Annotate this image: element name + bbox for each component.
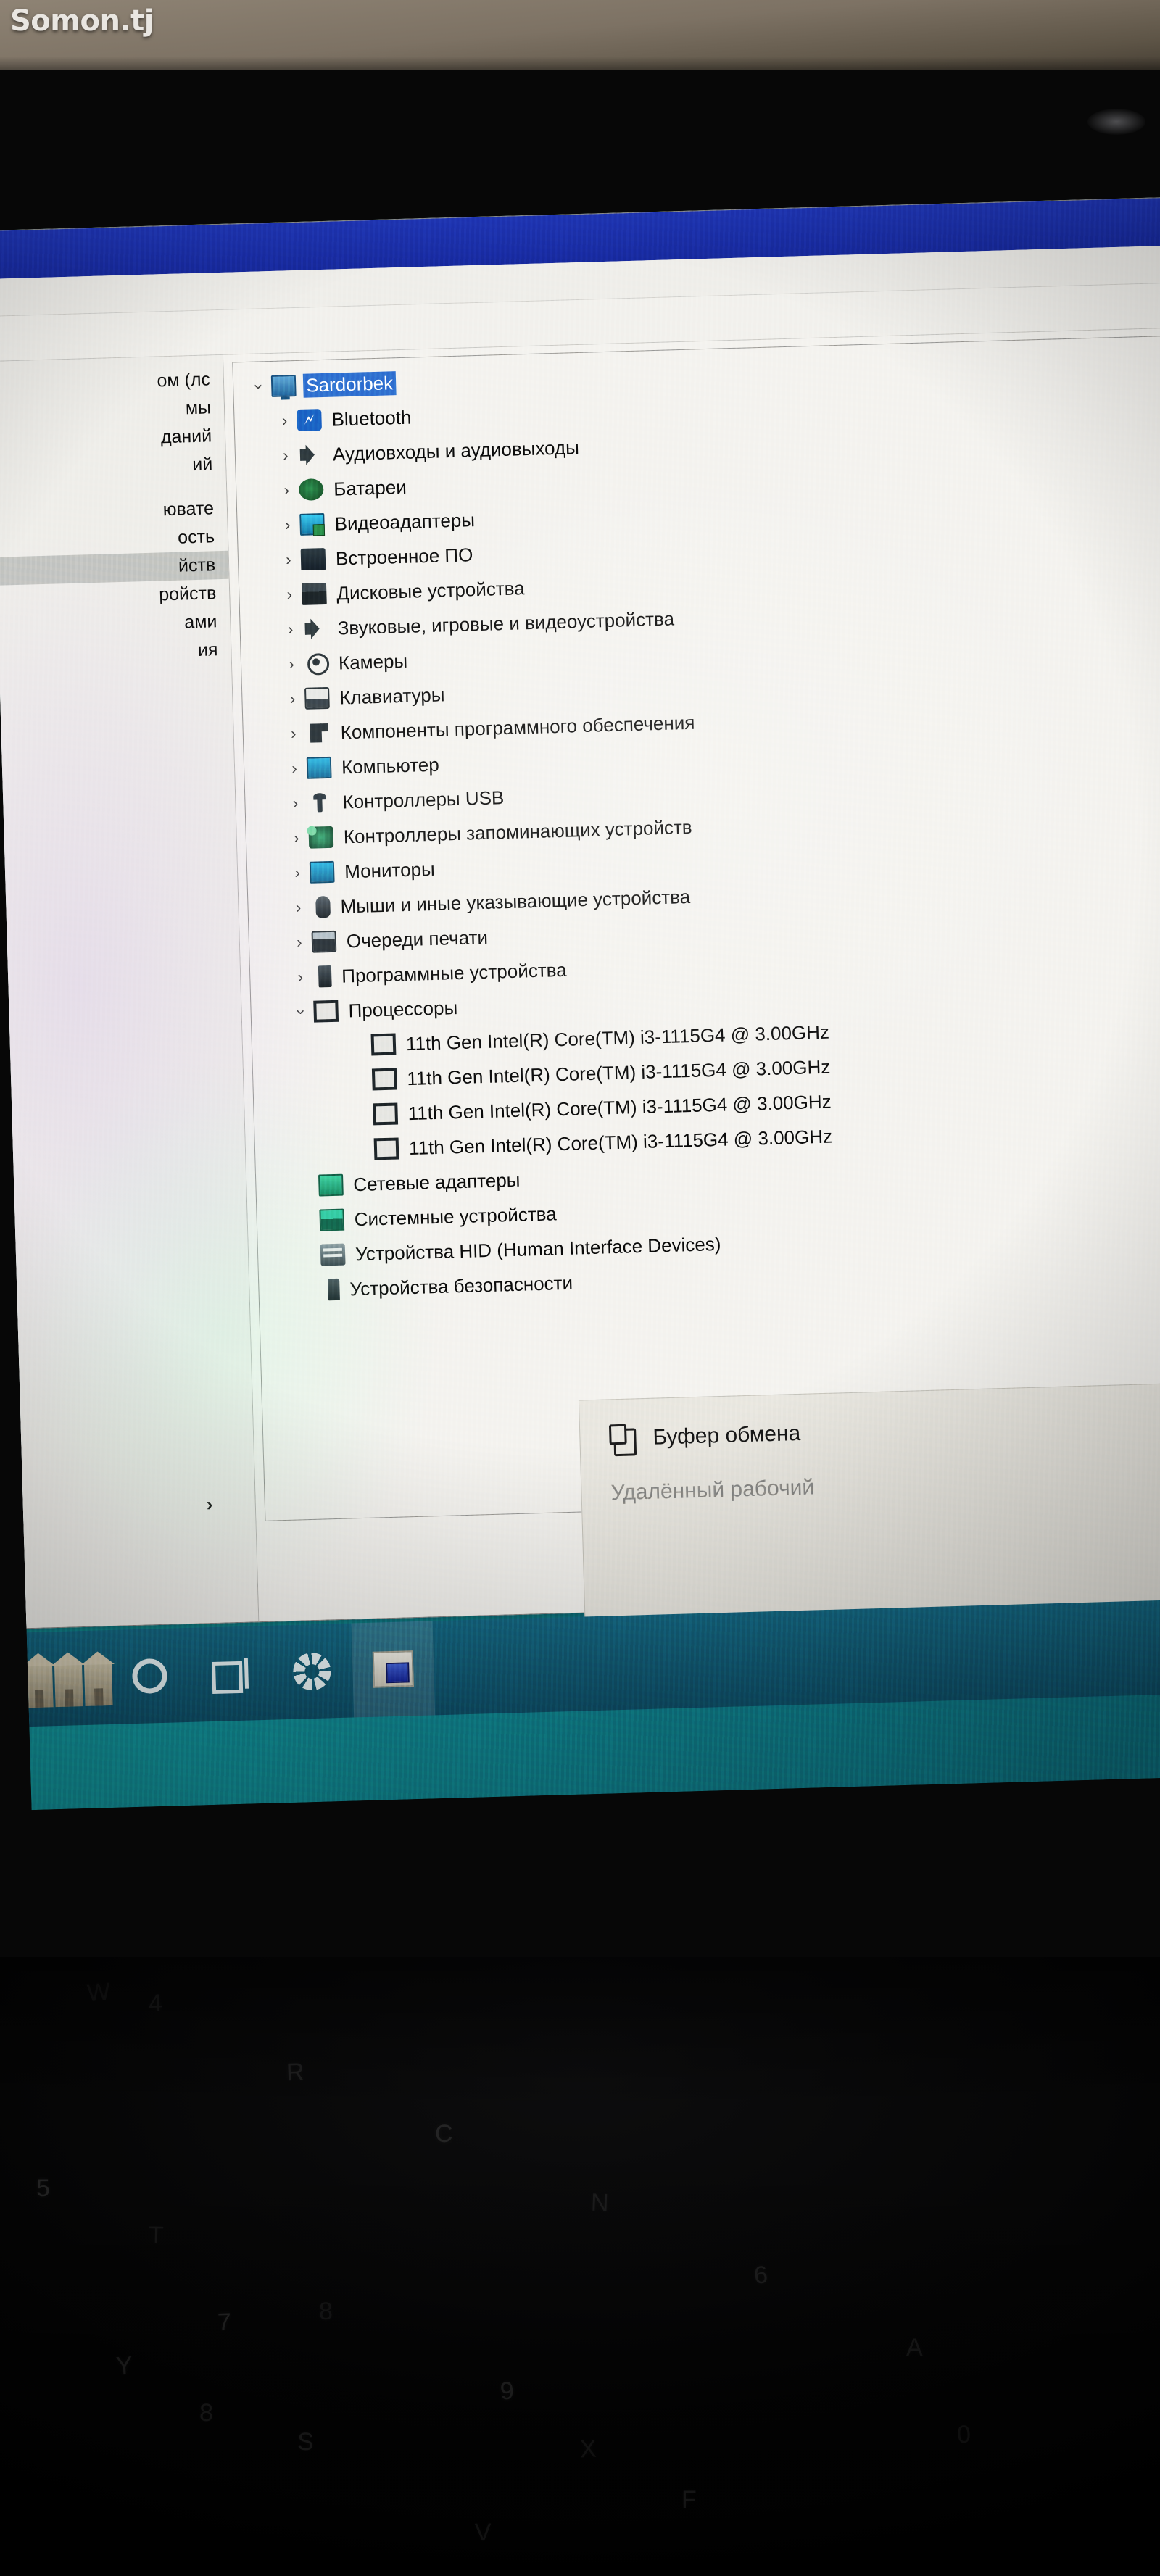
disk-drive-icon xyxy=(301,582,327,605)
processor-icon xyxy=(313,1000,339,1023)
device-tree-label: Очереди печати xyxy=(346,926,489,952)
taskbar-item-computer-management[interactable] xyxy=(351,1621,436,1718)
device-tree-label: Мониторы xyxy=(344,857,436,882)
bezel-glint xyxy=(1088,109,1146,135)
device-tree-label: Сетевые адаптеры xyxy=(352,1168,521,1195)
chevron-right-icon[interactable]: › xyxy=(274,481,299,500)
flyout-item-label: Буфер обмена xyxy=(652,1421,801,1450)
hid-icon xyxy=(320,1243,346,1266)
circle-icon xyxy=(131,1658,168,1695)
device-tree-label: Процессоры xyxy=(348,996,458,1021)
chevron-right-icon[interactable]: › xyxy=(281,724,306,744)
clipboard-icon xyxy=(609,1424,634,1453)
chevron-placeholder xyxy=(347,1079,372,1080)
device-tree-label: Программные устройства xyxy=(341,958,568,987)
device-tree-label: Устройства безопасности xyxy=(349,1271,573,1300)
device-tree-label: Контроллеры USB xyxy=(342,786,505,813)
camera-icon xyxy=(304,652,329,675)
mmc-icon xyxy=(372,1650,415,1688)
chevron-right-icon[interactable]: › xyxy=(272,411,297,431)
device-tree-label: Мыши и иные указывающие устройства xyxy=(340,885,691,918)
firmware-icon xyxy=(300,547,326,570)
taskbar-item-cortana[interactable] xyxy=(108,1628,192,1724)
chevron-placeholder xyxy=(349,1149,374,1150)
processor-icon xyxy=(373,1102,399,1126)
software-device-icon xyxy=(318,965,332,988)
storage-controller-icon xyxy=(308,826,334,849)
laptop-screen: ром Справка ом (лс мы даний ий xyxy=(0,196,1160,1811)
device-tree-label: Контроллеры запоминающих устройств xyxy=(343,815,693,847)
speaker-icon xyxy=(298,444,323,466)
chevron-right-icon[interactable]: › xyxy=(278,620,303,639)
device-tree-label: Камеры xyxy=(338,649,408,674)
console-tree-scroll-arrow[interactable]: › xyxy=(206,1493,213,1516)
battery-icon xyxy=(298,478,324,501)
chevron-placeholder xyxy=(297,1290,322,1291)
watermark: Somon.tj xyxy=(10,4,154,38)
keyboard-shadow xyxy=(0,1957,1160,2576)
chevron-right-icon[interactable]: › xyxy=(285,863,310,883)
device-tree-label: Звуковые, игровые и видеоустройства xyxy=(337,607,675,639)
laptop-keyboard: W4RC5TN6Y78A8S90XVF xyxy=(0,1957,1160,2576)
bluetooth-icon xyxy=(297,409,322,432)
device-tree-label: Системные устройства xyxy=(354,1202,558,1230)
chevron-down-icon[interactable]: › xyxy=(249,374,269,399)
chevron-placeholder xyxy=(347,1044,371,1045)
chevron-right-icon[interactable]: › xyxy=(283,794,308,813)
console-tree-item[interactable]: ия xyxy=(0,636,231,676)
taskbar-item-photos[interactable] xyxy=(24,1630,113,1727)
display-adapter-icon xyxy=(299,513,326,536)
speaker-icon xyxy=(302,618,328,640)
chevron-right-icon[interactable]: › xyxy=(276,550,302,570)
taskbar-item-task-view[interactable] xyxy=(189,1626,273,1722)
device-tree-label: Батареи xyxy=(333,475,407,500)
device-tree-label: Sardorbek xyxy=(302,370,397,398)
system-device-icon xyxy=(319,1208,345,1231)
gear-icon xyxy=(292,1652,332,1691)
device-tree-label: Встроенное ПО xyxy=(335,543,473,570)
device-tree-label: Клавиатуры xyxy=(339,683,445,709)
chevron-right-icon[interactable]: › xyxy=(279,655,304,674)
processor-icon xyxy=(370,1033,397,1056)
processor-icon xyxy=(373,1137,399,1160)
computer-icon xyxy=(270,375,297,397)
chevron-right-icon[interactable]: › xyxy=(282,759,307,778)
chevron-right-icon[interactable]: › xyxy=(288,968,313,987)
mouse-icon xyxy=(315,895,331,918)
monitor-icon xyxy=(306,756,332,779)
device-tree-label: Компоненты программного обеспечения xyxy=(340,711,695,743)
usb-icon xyxy=(307,792,333,814)
chevron-down-icon[interactable]: › xyxy=(291,1000,311,1025)
processor-icon xyxy=(371,1068,397,1091)
device-tree-label: Аудиовходы и аудиовыходы xyxy=(332,436,580,465)
device-tree-label: Дисковые устройства xyxy=(336,576,526,604)
chevron-right-icon[interactable]: › xyxy=(277,585,302,604)
device-tree-label: Компьютер xyxy=(341,753,440,778)
printer-icon xyxy=(311,930,337,953)
chevron-right-icon[interactable]: › xyxy=(280,689,305,709)
chevron-placeholder xyxy=(294,1186,318,1187)
device-tree-label: Устройства HID (Human Interface Devices) xyxy=(355,1232,721,1265)
keyboard-icon xyxy=(304,686,330,710)
chevron-right-icon[interactable]: › xyxy=(286,898,311,918)
chevron-right-icon[interactable]: › xyxy=(273,446,299,465)
security-device-icon xyxy=(328,1278,340,1301)
chevron-placeholder xyxy=(349,1114,373,1115)
console-tree-pane[interactable]: ом (лс мы даний ий ювате ость йств ройст… xyxy=(0,354,260,1633)
chevron-right-icon[interactable]: › xyxy=(275,515,300,535)
software-component-icon xyxy=(305,722,331,744)
photo-scene: Somon.tj ром Справка о xyxy=(0,0,1160,2576)
taskbar-item-settings[interactable] xyxy=(270,1624,355,1720)
device-tree-label: Bluetooth xyxy=(331,406,412,431)
chevron-placeholder xyxy=(296,1255,320,1256)
chevron-right-icon[interactable]: › xyxy=(284,828,310,848)
monitor-icon xyxy=(309,860,335,884)
device-tree-label: Видеоадаптеры xyxy=(334,508,476,535)
chevron-right-icon[interactable]: › xyxy=(287,933,312,952)
photo-thumbnail-icon xyxy=(24,1649,113,1708)
task-view-icon xyxy=(212,1658,250,1690)
device-tree[interactable]: ›Sardorbek›Bluetooth›Аудиовходы и аудиов… xyxy=(232,335,1160,1521)
network-adapter-icon xyxy=(318,1173,344,1197)
